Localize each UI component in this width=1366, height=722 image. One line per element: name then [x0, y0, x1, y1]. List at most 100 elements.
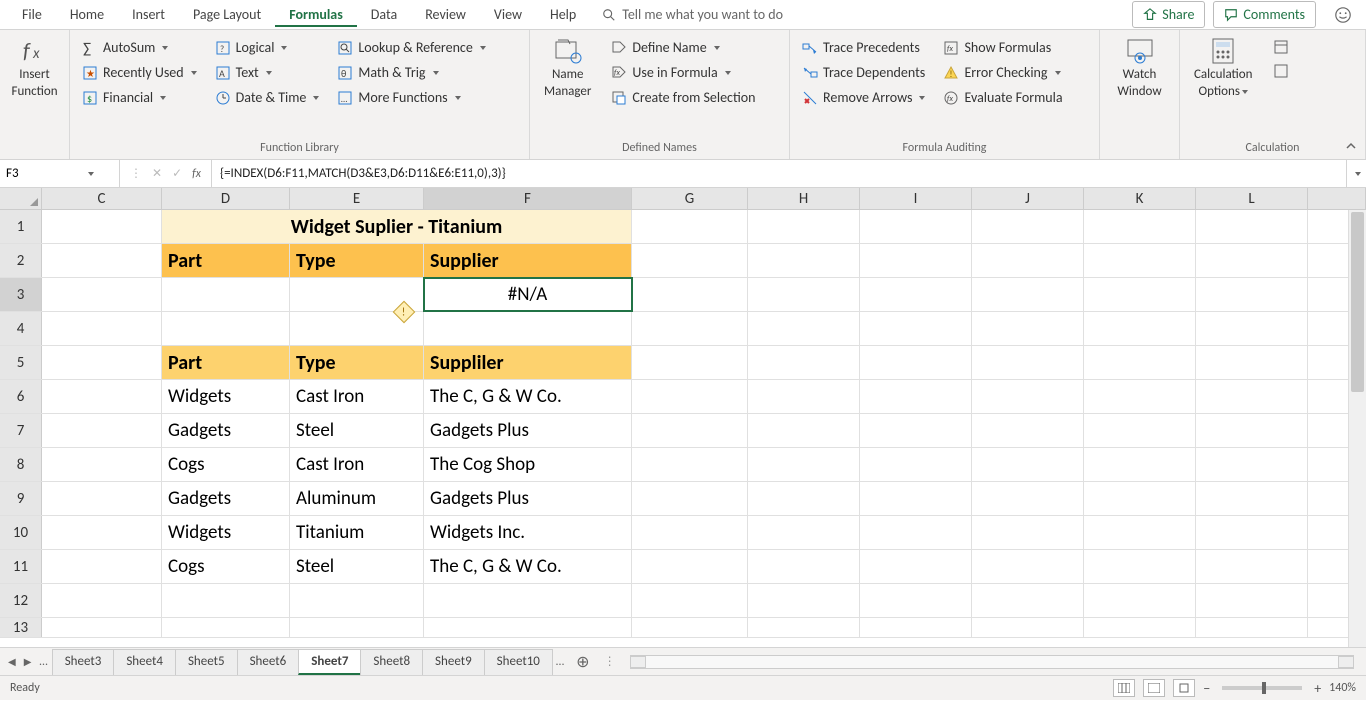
cell-j6[interactable] — [972, 380, 1084, 413]
cell-f13[interactable] — [424, 618, 632, 637]
remove-arrows-button[interactable]: Remove Arrows — [800, 88, 927, 107]
cell-f10[interactable]: Widgets Inc. — [424, 516, 632, 549]
sheet-tab-sheet3[interactable]: Sheet3 — [52, 649, 115, 675]
cell-j3[interactable] — [972, 278, 1084, 311]
comments-button[interactable]: Comments — [1213, 1, 1316, 28]
name-manager-button[interactable]: Name Manager — [540, 34, 595, 139]
sheet-tab-sheet7[interactable]: Sheet7 — [298, 649, 361, 675]
cell-j11[interactable] — [972, 550, 1084, 583]
tab-nav-next[interactable]: ▶ — [20, 655, 36, 668]
cell-c13[interactable] — [42, 618, 162, 637]
cell-i6[interactable] — [860, 380, 972, 413]
cell-e13[interactable] — [290, 618, 424, 637]
cell-h13[interactable] — [748, 618, 860, 637]
formula-input[interactable]: {=INDEX(D6:F11,MATCH(D3&E3,D6:D11&E6:E11… — [212, 160, 1346, 187]
date-time-button[interactable]: Date & Time — [213, 88, 322, 107]
sheet-tab-sheet10[interactable]: Sheet10 — [484, 649, 553, 675]
cell-k1[interactable] — [1084, 210, 1196, 243]
col-header-k[interactable]: K — [1084, 188, 1196, 209]
cell-i12[interactable] — [860, 584, 972, 617]
cell-g5[interactable] — [632, 346, 748, 379]
feedback-smiley-icon[interactable] — [1334, 6, 1352, 24]
cell-j10[interactable] — [972, 516, 1084, 549]
cell-e12[interactable] — [290, 584, 424, 617]
evaluate-formula-button[interactable]: fxEvaluate Formula — [941, 88, 1064, 107]
cell-d3[interactable] — [162, 278, 290, 311]
error-checking-button[interactable]: !Error Checking — [941, 63, 1064, 82]
cell-f8[interactable]: The Cog Shop — [424, 448, 632, 481]
cell-j7[interactable] — [972, 414, 1084, 447]
cell-c6[interactable] — [42, 380, 162, 413]
col-header-d[interactable]: D — [162, 188, 290, 209]
lookup-reference-button[interactable]: Lookup & Reference — [335, 38, 487, 57]
cell-f2[interactable]: Supplier — [424, 244, 632, 277]
menu-home[interactable]: Home — [56, 2, 118, 27]
logical-button[interactable]: ?Logical — [213, 38, 322, 57]
vertical-scrollbar-thumb[interactable] — [1351, 212, 1364, 392]
cell-d4[interactable] — [162, 312, 290, 345]
cell-l5[interactable] — [1196, 346, 1308, 379]
view-page-break-button[interactable] — [1173, 679, 1195, 697]
cell-d9[interactable]: Gadgets — [162, 482, 290, 515]
cell-e8[interactable]: Cast Iron — [290, 448, 424, 481]
cell-k9[interactable] — [1084, 482, 1196, 515]
cell-i9[interactable] — [860, 482, 972, 515]
recently-used-button[interactable]: ★Recently Used — [80, 63, 199, 82]
zoom-percent-label[interactable]: 140% — [1329, 681, 1356, 695]
cell-i7[interactable] — [860, 414, 972, 447]
zoom-out-button[interactable]: − — [1203, 680, 1210, 697]
cell-f11[interactable]: The C, G & W Co. — [424, 550, 632, 583]
row-header-8[interactable]: 8 — [0, 448, 42, 481]
cell-h11[interactable] — [748, 550, 860, 583]
cell-j4[interactable] — [972, 312, 1084, 345]
cell-j2[interactable] — [972, 244, 1084, 277]
row-header-1[interactable]: 1 — [0, 210, 42, 243]
cell-l9[interactable] — [1196, 482, 1308, 515]
cell-f9[interactable]: Gadgets Plus — [424, 482, 632, 515]
cell-h5[interactable] — [748, 346, 860, 379]
cell-l10[interactable] — [1196, 516, 1308, 549]
collapse-ribbon-button[interactable] — [1344, 139, 1358, 153]
cell-i1[interactable] — [860, 210, 972, 243]
row-header-5[interactable]: 5 — [0, 346, 42, 379]
row-header-11[interactable]: 11 — [0, 550, 42, 583]
cell-d12[interactable] — [162, 584, 290, 617]
cell-l1[interactable] — [1196, 210, 1308, 243]
fx-button-icon[interactable]: fx — [192, 167, 201, 181]
cell-l4[interactable] — [1196, 312, 1308, 345]
financial-button[interactable]: $Financial — [80, 88, 199, 107]
cell-c1[interactable] — [42, 210, 162, 243]
cell-h1[interactable] — [748, 210, 860, 243]
cell-h12[interactable] — [748, 584, 860, 617]
menu-review[interactable]: Review — [411, 2, 480, 27]
col-header-f[interactable]: F — [424, 188, 632, 209]
show-formulas-button[interactable]: fxShow Formulas — [941, 38, 1064, 57]
cell-h2[interactable] — [748, 244, 860, 277]
cell-h10[interactable] — [748, 516, 860, 549]
tab-overflow-left[interactable]: … — [35, 655, 51, 669]
share-button[interactable]: Share — [1132, 1, 1205, 28]
col-header-rest[interactable] — [1308, 188, 1366, 209]
cell-d11[interactable]: Cogs — [162, 550, 290, 583]
cell-l12[interactable] — [1196, 584, 1308, 617]
cell-f3[interactable]: #N/A — [424, 278, 632, 311]
cell-k13[interactable] — [1084, 618, 1196, 637]
menu-view[interactable]: View — [480, 2, 536, 27]
sheet-tab-sheet6[interactable]: Sheet6 — [237, 649, 300, 675]
cell-i3[interactable] — [860, 278, 972, 311]
cell-c12[interactable] — [42, 584, 162, 617]
cell-k2[interactable] — [1084, 244, 1196, 277]
cell-i8[interactable] — [860, 448, 972, 481]
cell-l3[interactable] — [1196, 278, 1308, 311]
cell-h3[interactable] — [748, 278, 860, 311]
cell-l11[interactable] — [1196, 550, 1308, 583]
formula-options-icon[interactable]: ⋮ — [130, 166, 142, 181]
math-trig-button[interactable]: θMath & Trig — [335, 63, 487, 82]
cell-d5[interactable]: Part — [162, 346, 290, 379]
cell-i13[interactable] — [860, 618, 972, 637]
sheet-tab-sheet4[interactable]: Sheet4 — [113, 649, 176, 675]
cell-i10[interactable] — [860, 516, 972, 549]
cell-k8[interactable] — [1084, 448, 1196, 481]
use-in-formula-button[interactable]: fxUse in Formula — [609, 63, 757, 82]
cell-g10[interactable] — [632, 516, 748, 549]
